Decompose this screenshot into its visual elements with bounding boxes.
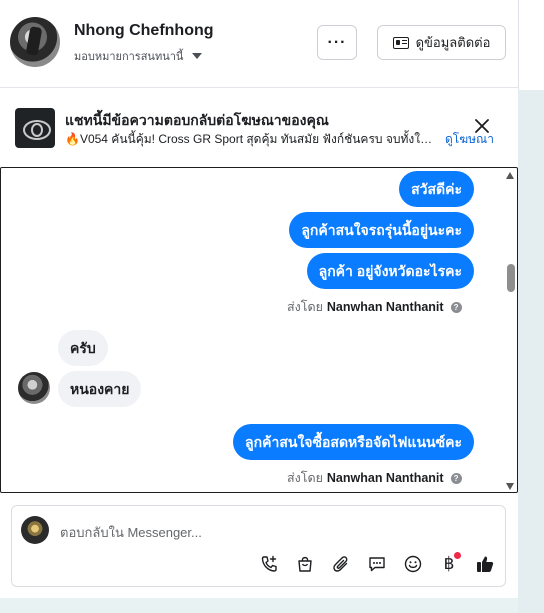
- message-bubble-incoming: ครับ: [58, 330, 108, 366]
- baht-icon[interactable]: ฿: [437, 552, 461, 576]
- ad-banner-title: แชทนี้มีข้อความตอบกลับต่อโฆษณาของคุณ: [65, 112, 329, 128]
- sent-by-agent: Nanwhan Nanthanit: [326, 471, 444, 485]
- message-bubble-outgoing: ลูกค้าสนใจรถรุ่นนี้อยู่นะคะ: [289, 212, 474, 248]
- caret-down-icon: [192, 53, 203, 59]
- paperclip-icon[interactable]: [329, 552, 353, 576]
- side-column: [518, 0, 544, 613]
- sent-by-label: ส่งโดย Nanwhan Nanthanit ?: [287, 297, 462, 317]
- composer-toolbar: ฿: [257, 552, 497, 576]
- message-bubble-incoming: หนองคาย: [58, 371, 142, 407]
- emoji-icon[interactable]: [401, 552, 425, 576]
- assign-conversation-label: มอบหมายการสนทนานี้: [74, 51, 184, 63]
- sent-by-prefix: ส่งโดย: [287, 471, 323, 485]
- phone-add-icon[interactable]: [257, 552, 281, 576]
- sent-by-prefix: ส่งโดย: [287, 300, 323, 314]
- help-icon[interactable]: ?: [450, 472, 462, 484]
- bottom-margin: [0, 598, 518, 613]
- ad-thumbnail: [15, 108, 55, 148]
- scroll-up-arrow[interactable]: [506, 172, 514, 179]
- scroll-down-arrow[interactable]: [506, 483, 514, 490]
- sent-by-agent: Nanwhan Nanthanit: [326, 300, 444, 314]
- message-bubble-outgoing: ลูกค้า อยู่จังหวัดอะไรคะ: [306, 253, 474, 289]
- close-icon[interactable]: [473, 117, 491, 135]
- reply-input[interactable]: ตอบกลับใน Messenger...: [60, 522, 202, 543]
- contact-card-icon: [392, 36, 409, 49]
- help-icon[interactable]: ?: [450, 301, 462, 313]
- view-contact-label: ดูข้อมูลติดต่อ: [415, 35, 491, 50]
- scrollbar-thumb[interactable]: [507, 264, 515, 292]
- page-avatar: [21, 516, 49, 544]
- assign-conversation-dropdown[interactable]: มอบหมายการสนทนานี้: [74, 47, 203, 65]
- message-bubble-outgoing: สวัสดีค่ะ: [399, 171, 474, 207]
- conversation-panel: Nhong Chefnhong มอบหมายการสนทนานี้ ··· ด…: [0, 0, 518, 613]
- thumbs-up-icon[interactable]: [473, 552, 497, 576]
- contact-avatar[interactable]: [10, 17, 60, 67]
- side-column-top: [518, 0, 544, 90]
- baht-symbol: ฿: [443, 554, 455, 574]
- reply-composer[interactable]: ตอบกลับใน Messenger... ฿: [11, 505, 506, 587]
- more-options-button[interactable]: ···: [317, 25, 357, 60]
- ad-reply-banner: แชทนี้มีข้อความตอบกลับต่อโฆษณาของคุณ 🔥V0…: [0, 89, 518, 167]
- shopping-bag-icon[interactable]: [293, 552, 317, 576]
- sender-avatar: [18, 372, 50, 404]
- sent-by-label: ส่งโดย Nanwhan Nanthanit ?: [287, 468, 462, 488]
- chat-bubble-icon[interactable]: [365, 552, 389, 576]
- contact-name[interactable]: Nhong Chefnhong: [74, 22, 214, 40]
- notification-dot: [454, 552, 461, 559]
- ad-banner-description: 🔥V054 คันนี้คุ้ม! Cross GR Sport สุดคุ้ม…: [65, 132, 440, 146]
- message-bubble-outgoing: ลูกค้าสนใจซื้อสดหรือจัดไฟแนนซ์คะ: [233, 424, 474, 460]
- view-contact-button[interactable]: ดูข้อมูลติดต่อ: [377, 25, 506, 60]
- message-list[interactable]: สวัสดีค่ะ ลูกค้าสนใจรถรุ่นนี้อยู่นะคะ ลู…: [0, 167, 518, 493]
- conversation-header: Nhong Chefnhong มอบหมายการสนทนานี้ ··· ด…: [0, 0, 518, 88]
